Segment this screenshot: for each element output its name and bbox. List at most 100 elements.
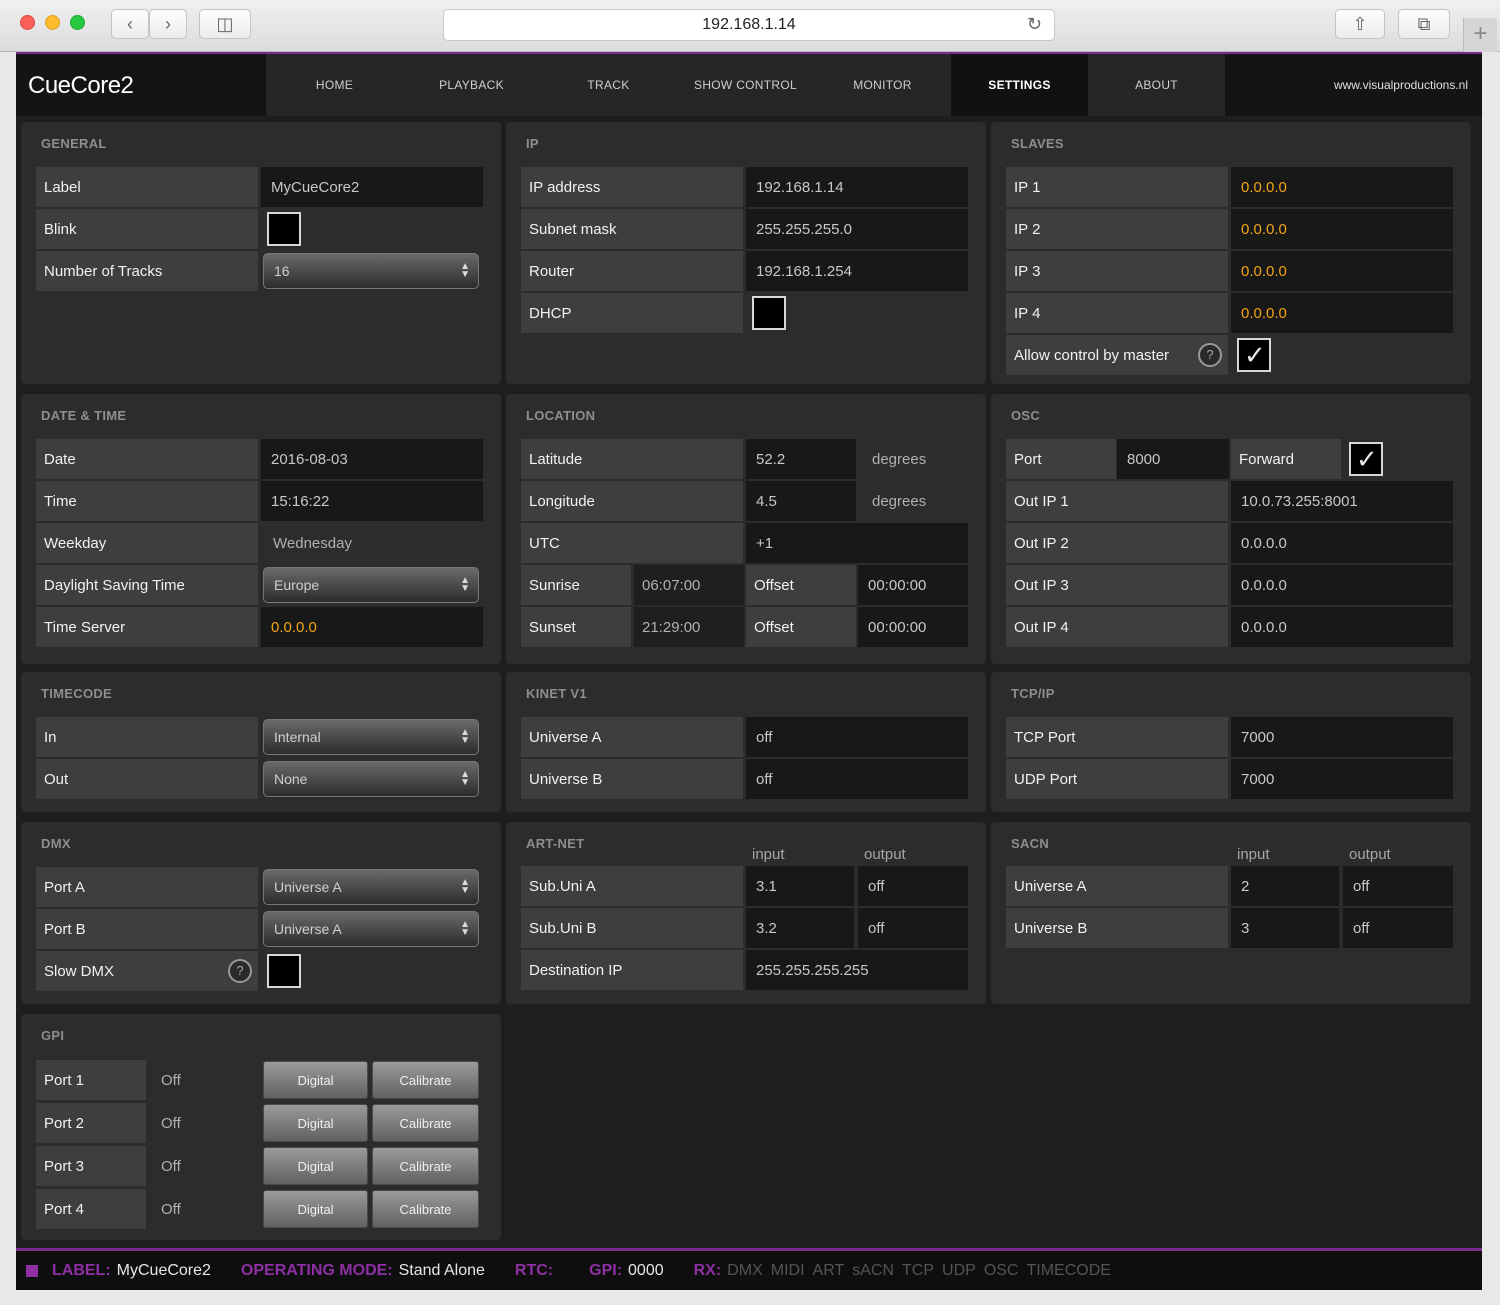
dmx-panel: DMX Port A Universe A ▲ ▼ Port B Universe… — [21, 822, 501, 1004]
subnet-input[interactable]: 255.255.255.0 — [746, 209, 968, 249]
tab-show-control[interactable]: SHOW CONTROL — [677, 54, 814, 116]
blink-checkbox[interactable] — [267, 212, 301, 246]
website-link[interactable]: www.visualproductions.nl — [1334, 78, 1468, 92]
udp-port-input[interactable]: 7000 — [1231, 759, 1453, 799]
forward-checkbox[interactable] — [1349, 442, 1383, 476]
osc-out-input[interactable]: 0.0.0.0 — [1231, 565, 1453, 605]
tracks-select-value: 16 — [274, 263, 290, 279]
nav-tabs: HOME PLAYBACK TRACK SHOW CONTROL MONITOR… — [266, 54, 1225, 116]
kinet-universe-b-input[interactable]: off — [746, 759, 968, 799]
kinet-universe-a-input[interactable]: off — [746, 717, 968, 757]
latitude-input[interactable]: 52.2 — [746, 439, 856, 479]
select-arrows-icon: ▲ ▼ — [460, 919, 470, 938]
sunset-offset-label: Offset — [746, 607, 856, 647]
help-icon[interactable]: ? — [1198, 343, 1222, 367]
sidebar-icon: ◫ — [216, 13, 234, 34]
sunrise-value: 06:07:00 — [634, 565, 744, 605]
share-button[interactable]: ⇧ — [1335, 9, 1385, 39]
longitude-input[interactable]: 4.5 — [746, 481, 856, 521]
input-column-header: input — [752, 846, 785, 863]
gpi-port-state: Off — [161, 1071, 181, 1089]
output-column-header: output — [1349, 846, 1391, 863]
reload-icon[interactable]: ↻ — [1027, 14, 1042, 35]
tracks-label: Number of Tracks — [36, 251, 258, 291]
tracks-select[interactable]: 16 ▲ ▼ — [263, 253, 479, 289]
sidebar-toggle-button[interactable]: ◫ — [199, 9, 251, 39]
tabs-overview-button[interactable]: ⧉ — [1398, 9, 1450, 39]
tab-home[interactable]: HOME — [266, 54, 403, 116]
tab-playback[interactable]: PLAYBACK — [403, 54, 540, 116]
slow-dmx-checkbox[interactable] — [267, 954, 301, 988]
chevron-right-icon: › — [165, 13, 171, 34]
dmx-port-b-label: Port B — [36, 909, 258, 949]
dmx-port-a-select[interactable]: Universe A ▲ ▼ — [263, 869, 479, 905]
router-input[interactable]: 192.168.1.254 — [746, 251, 968, 291]
plus-icon: + — [1473, 20, 1488, 47]
sacn-universe-b-output[interactable]: off — [1343, 908, 1453, 948]
gpi-port-state: Off — [161, 1200, 181, 1218]
tab-monitor[interactable]: MONITOR — [814, 54, 951, 116]
time-server-input[interactable]: 0.0.0.0 — [261, 607, 483, 647]
tab-about[interactable]: ABOUT — [1088, 54, 1225, 116]
gpi-mode-button[interactable]: Digital — [263, 1190, 368, 1228]
dst-select[interactable]: Europe ▲ ▼ — [263, 567, 479, 603]
timecode-in-value: Internal — [274, 729, 321, 745]
slave-ip-input[interactable]: 0.0.0.0 — [1231, 251, 1453, 291]
destination-ip-input[interactable]: 255.255.255.255 — [746, 950, 968, 990]
timecode-in-select[interactable]: Internal ▲ ▼ — [263, 719, 479, 755]
zoom-window-icon[interactable] — [70, 15, 85, 30]
tcp-port-label: TCP Port — [1006, 717, 1228, 757]
panel-title: TCP/IP — [1011, 686, 1055, 701]
tab-settings[interactable]: SETTINGS — [951, 54, 1088, 116]
time-input[interactable]: 15:16:22 — [261, 481, 483, 521]
gpi-calibrate-button[interactable]: Calibrate — [372, 1104, 479, 1142]
select-arrows-icon: ▲ ▼ — [460, 261, 470, 280]
sunrise-offset-input[interactable]: 00:00:00 — [858, 565, 968, 605]
osc-out-input[interactable]: 0.0.0.0 — [1231, 523, 1453, 563]
utc-input[interactable]: +1 — [746, 523, 968, 563]
ip-address-input[interactable]: 192.168.1.14 — [746, 167, 968, 207]
back-button[interactable]: ‹ — [111, 9, 149, 39]
gpi-mode-button[interactable]: Digital — [263, 1104, 368, 1142]
close-window-icon[interactable] — [20, 15, 35, 30]
timecode-out-select[interactable]: None ▲ ▼ — [263, 761, 479, 797]
status-gpi-value: 0000 — [628, 1261, 664, 1279]
new-tab-button[interactable]: + — [1463, 18, 1497, 52]
osc-out-input[interactable]: 0.0.0.0 — [1231, 607, 1453, 647]
osc-port-input[interactable]: 8000 — [1117, 439, 1229, 479]
weekday-label: Weekday — [36, 523, 258, 563]
allow-master-label: Allow control by master — [1006, 335, 1228, 375]
sacn-universe-b-input[interactable]: 3 — [1231, 908, 1339, 948]
artnet-sub-b-input[interactable]: 3.2 — [746, 908, 854, 948]
address-bar[interactable]: 192.168.1.14 ↻ — [443, 9, 1055, 41]
sacn-universe-a-output[interactable]: off — [1343, 866, 1453, 906]
tab-track[interactable]: TRACK — [540, 54, 677, 116]
dhcp-checkbox[interactable] — [752, 296, 786, 330]
gpi-calibrate-button[interactable]: Calibrate — [372, 1147, 479, 1185]
gpi-mode-button[interactable]: Digital — [263, 1147, 368, 1185]
label-input[interactable]: MyCueCore2 — [261, 167, 483, 207]
date-input[interactable]: 2016-08-03 — [261, 439, 483, 479]
panel-title: TIMECODE — [41, 686, 113, 701]
slave-ip-input[interactable]: 0.0.0.0 — [1231, 209, 1453, 249]
rx-indicator: ART — [812, 1261, 845, 1279]
sacn-universe-a-input[interactable]: 2 — [1231, 866, 1339, 906]
artnet-sub-a-output[interactable]: off — [858, 866, 968, 906]
tcp-port-input[interactable]: 7000 — [1231, 717, 1453, 757]
dmx-port-b-value: Universe A — [274, 921, 342, 937]
allow-master-checkbox[interactable] — [1237, 338, 1271, 372]
sunset-offset-input[interactable]: 00:00:00 — [858, 607, 968, 647]
dmx-port-b-select[interactable]: Universe A ▲ ▼ — [263, 911, 479, 947]
gpi-calibrate-button[interactable]: Calibrate — [372, 1190, 479, 1228]
gpi-mode-button[interactable]: Digital — [263, 1061, 368, 1099]
forward-button[interactable]: › — [149, 9, 187, 39]
slave-ip-input[interactable]: 0.0.0.0 — [1231, 167, 1453, 207]
osc-out-input[interactable]: 10.0.73.255:8001 — [1231, 481, 1453, 521]
artnet-sub-b-output[interactable]: off — [858, 908, 968, 948]
slave-ip-input[interactable]: 0.0.0.0 — [1231, 293, 1453, 333]
minimize-window-icon[interactable] — [45, 15, 60, 30]
artnet-sub-a-input[interactable]: 3.1 — [746, 866, 854, 906]
udp-port-label: UDP Port — [1006, 759, 1228, 799]
gpi-calibrate-button[interactable]: Calibrate — [372, 1061, 479, 1099]
help-icon[interactable]: ? — [228, 959, 252, 983]
